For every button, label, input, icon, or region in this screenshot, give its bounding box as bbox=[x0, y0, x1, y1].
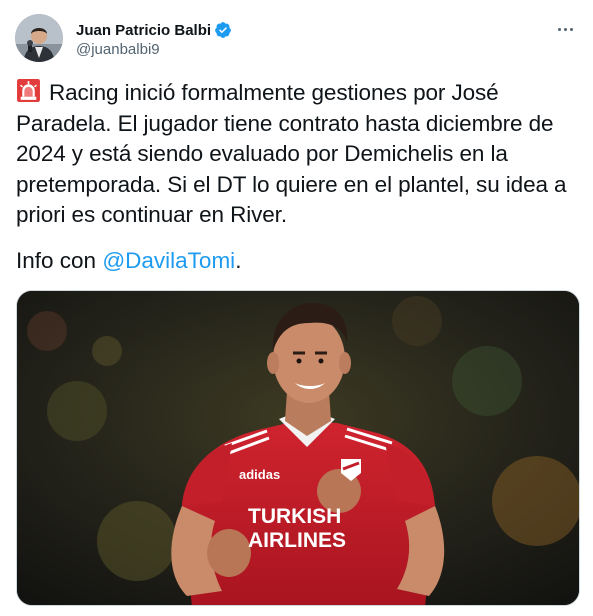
info-suffix: . bbox=[235, 248, 242, 273]
avatar[interactable] bbox=[15, 14, 63, 62]
brand-text: adidas bbox=[239, 467, 280, 482]
sponsor-line-1: TURKISH bbox=[248, 505, 341, 528]
tweet-card: Juan Patricio Balbi @juanbalbi9 Racing i… bbox=[0, 0, 593, 616]
mention-link[interactable]: @DavilaTomi bbox=[102, 248, 235, 273]
info-prefix: Info con bbox=[16, 248, 103, 273]
verified-badge-icon bbox=[215, 22, 231, 38]
more-dot bbox=[563, 27, 567, 31]
sponsor-line-2: AIRLINES bbox=[248, 529, 346, 552]
more-dot bbox=[569, 27, 573, 31]
tweet-text: Racing inició formalmente gestiones por … bbox=[16, 78, 576, 231]
police-siren-icon bbox=[17, 79, 40, 102]
display-name[interactable]: Juan Patricio Balbi bbox=[76, 22, 211, 39]
tweet-body: Racing inició formalmente gestiones por … bbox=[16, 80, 567, 227]
more-options-button[interactable] bbox=[552, 18, 578, 40]
more-dot bbox=[557, 27, 561, 31]
handle[interactable]: @juanbalbi9 bbox=[76, 41, 232, 58]
tweet-header: Juan Patricio Balbi @juanbalbi9 bbox=[15, 14, 578, 66]
player-photo: adidas TURKISH AIRLINES bbox=[17, 291, 579, 605]
media-photo[interactable]: adidas TURKISH AIRLINES bbox=[16, 290, 580, 606]
avatar-image bbox=[15, 14, 63, 62]
info-line: Info con @DavilaTomi. bbox=[16, 246, 241, 276]
author-names: Juan Patricio Balbi @juanbalbi9 bbox=[76, 20, 232, 58]
